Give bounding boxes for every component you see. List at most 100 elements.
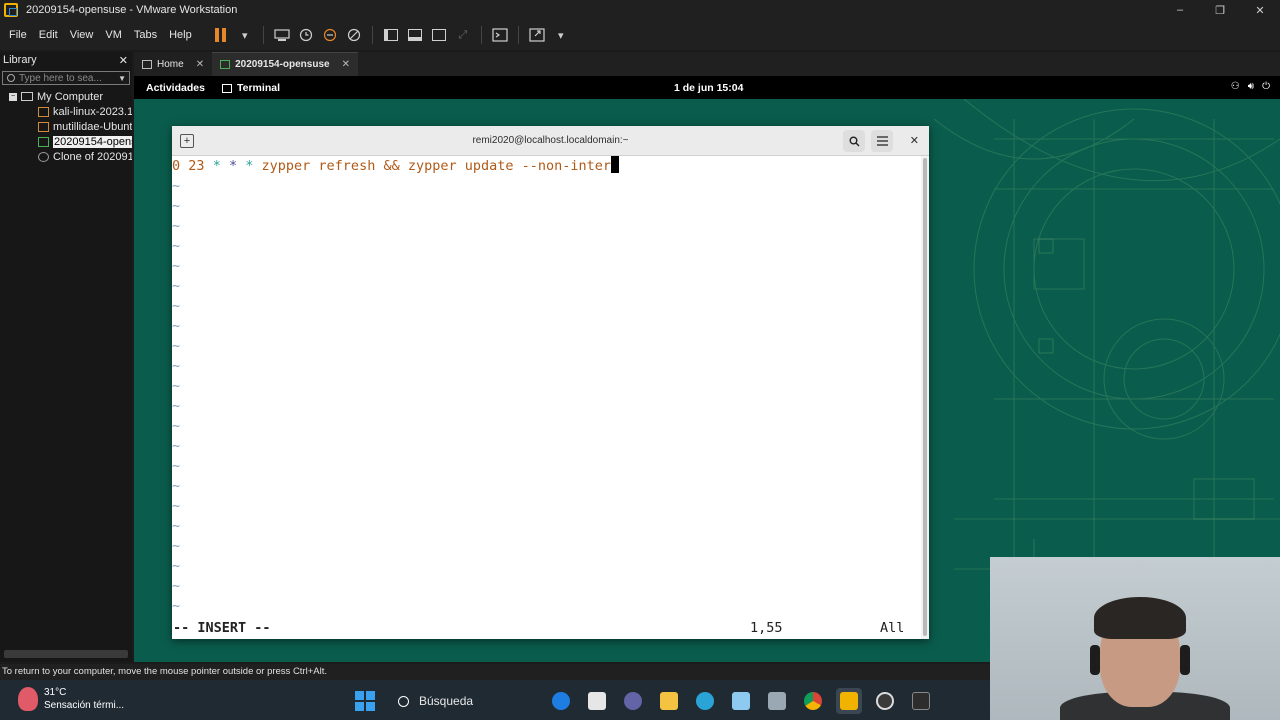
- vim-empty-line-tilde: ~: [172, 458, 181, 474]
- unity-icon[interactable]: ⤢: [454, 27, 472, 43]
- vim-empty-line-tilde: ~: [172, 178, 181, 194]
- search-icon: [7, 74, 15, 82]
- menu-vm[interactable]: VM: [100, 29, 127, 41]
- snapshot-manager-icon[interactable]: [345, 27, 363, 43]
- vim-empty-line-tilde: ~: [172, 398, 181, 414]
- menu-file[interactable]: File: [4, 29, 32, 41]
- thumbnail-bar-icon[interactable]: [406, 27, 424, 43]
- vim-empty-line-tilde: ~: [172, 338, 181, 354]
- activities-button[interactable]: Actividades: [146, 82, 205, 94]
- taskbar-apps: Búsqueda: [352, 687, 944, 715]
- cron-day-of-month: *: [212, 158, 221, 174]
- tree-node-vm[interactable]: mutillidae-Ubunt: [0, 119, 132, 134]
- weather-desc: Sensación térmi...: [44, 700, 125, 711]
- library-horizontal-scrollbar[interactable]: [4, 650, 128, 658]
- vim-status-line: -- INSERT -- 1,55 All: [172, 617, 921, 639]
- terminal-taskbar-icon[interactable]: [908, 688, 934, 714]
- app-menu-terminal[interactable]: Terminal: [222, 82, 280, 94]
- vim-empty-line-tilde: ~: [172, 418, 181, 434]
- pause-icon: [214, 28, 228, 42]
- empty-line-markers: ~ ~ ~ ~ ~ ~ ~ ~ ~ ~ ~ ~ ~ ~ ~ ~ ~ ~ ~ ~ ~ ~: [172, 176, 921, 616]
- stretch-guest-icon[interactable]: [528, 27, 546, 43]
- cron-hour: 23: [188, 158, 205, 174]
- chevron-down-icon[interactable]: ▼: [118, 74, 126, 83]
- tree-node-vm-selected[interactable]: 20209154-opensu: [0, 134, 132, 149]
- close-button[interactable]: ✕: [1240, 0, 1280, 20]
- menu-view[interactable]: View: [65, 29, 99, 41]
- search-icon: [849, 136, 859, 146]
- weather-widget[interactable]: 31°C Sensación térmi...: [18, 686, 124, 712]
- bing-icon[interactable]: [548, 688, 574, 714]
- terminal-close-button[interactable]: ✕: [910, 134, 919, 147]
- store-icon[interactable]: [728, 688, 754, 714]
- start-button[interactable]: [352, 688, 378, 714]
- vim-empty-line-tilde: ~: [172, 598, 181, 614]
- vmware-logo-icon: [4, 3, 18, 17]
- snapshot-icon[interactable]: [297, 27, 315, 43]
- tree-label: 20209154-opensu: [53, 135, 132, 148]
- show-library-icon[interactable]: [382, 27, 400, 43]
- tab-close-icon[interactable]: ✕: [342, 59, 350, 70]
- monitor-app-icon[interactable]: [764, 688, 790, 714]
- chrome-icon[interactable]: [800, 688, 826, 714]
- revert-snapshot-icon[interactable]: [321, 27, 339, 43]
- power-dropdown-icon[interactable]: ▾: [236, 27, 254, 43]
- cron-command: zypper refresh && zypper update --non-in…: [261, 158, 612, 174]
- vim-empty-line-tilde: ~: [172, 498, 181, 514]
- maximize-button[interactable]: ❐: [1200, 0, 1240, 20]
- terminal-headerbar: + remi2020@localhost.localdomain:~ ✕: [172, 126, 929, 156]
- search-icon: [398, 695, 409, 707]
- vm-icon: [38, 121, 49, 132]
- terminal-search-button[interactable]: [843, 130, 865, 152]
- full-screen-icon[interactable]: [430, 27, 448, 43]
- clock[interactable]: 1 de jun 15:04: [674, 82, 743, 94]
- terminal-scrollbar[interactable]: [921, 156, 929, 639]
- file-explorer-icon[interactable]: [656, 688, 682, 714]
- teams-chat-icon[interactable]: [620, 688, 646, 714]
- terminal-window[interactable]: + remi2020@localhost.localdomain:~ ✕ 0 2…: [172, 126, 929, 639]
- task-view-icon[interactable]: [584, 688, 610, 714]
- vm-tab-bar: Home ✕ 20209154-opensuse ✕: [134, 52, 1280, 76]
- library-tree: − My Computer kali-linux-2023.1- mutilli…: [0, 89, 132, 164]
- pause-button[interactable]: [212, 27, 230, 43]
- minimize-button[interactable]: –: [1160, 0, 1200, 20]
- network-icon: ⚇: [1230, 81, 1240, 92]
- hamburger-icon: [876, 136, 888, 146]
- vim-empty-line-tilde: ~: [172, 358, 181, 374]
- cron-day-of-week: *: [245, 158, 254, 174]
- vmware-taskbar-icon[interactable]: [836, 688, 862, 714]
- weather-temp: 31°C: [44, 687, 67, 698]
- menu-bar: File Edit View VM Tabs Help ▾ ⤢ ▾: [0, 20, 1280, 50]
- window-controls: – ❐ ✕: [1160, 0, 1280, 20]
- menu-help[interactable]: Help: [164, 29, 197, 41]
- tree-node-my-computer[interactable]: − My Computer: [0, 89, 132, 104]
- obs-icon[interactable]: [872, 688, 898, 714]
- tab-close-icon[interactable]: ✕: [196, 59, 204, 70]
- vim-buffer[interactable]: 0 23 * * * zypper refresh && zypper upda…: [172, 156, 921, 639]
- volume-icon: 🔊︎: [1247, 81, 1255, 92]
- terminal-title: remi2020@localhost.localdomain:~: [472, 135, 629, 146]
- vm-status-bar: To return to your computer, move the mou…: [0, 664, 990, 680]
- taskbar-search[interactable]: Búsqueda: [388, 687, 538, 715]
- vim-empty-line-tilde: ~: [172, 558, 181, 574]
- menu-tabs[interactable]: Tabs: [129, 29, 162, 41]
- library-search-input[interactable]: Type here to sea... ▼: [2, 71, 130, 85]
- collapse-icon[interactable]: −: [9, 92, 17, 101]
- terminal-icon: [222, 83, 232, 93]
- send-ctrl-alt-del-icon[interactable]: [273, 27, 291, 43]
- scroll-indicator: All: [880, 620, 905, 636]
- stretch-dropdown-icon[interactable]: ▾: [552, 27, 570, 43]
- console-view-icon[interactable]: [491, 27, 509, 43]
- tree-node-vm[interactable]: Clone of 2020915: [0, 149, 132, 164]
- app-menu-label: Terminal: [237, 82, 280, 94]
- library-close-button[interactable]: ✕: [119, 54, 128, 67]
- tab-home[interactable]: Home ✕: [134, 52, 212, 76]
- vim-mode: -- INSERT --: [173, 620, 271, 636]
- system-tray[interactable]: ⚇ 🔊︎ ⏻: [1231, 81, 1270, 92]
- tab-vm-opensuse[interactable]: 20209154-opensuse ✕: [212, 52, 358, 76]
- menu-edit[interactable]: Edit: [34, 29, 63, 41]
- tree-node-vm[interactable]: kali-linux-2023.1-: [0, 104, 132, 119]
- cron-line: 0 23 * * * zypper refresh && zypper upda…: [172, 156, 921, 176]
- edge-icon[interactable]: [692, 688, 718, 714]
- terminal-menu-button[interactable]: [871, 130, 893, 152]
